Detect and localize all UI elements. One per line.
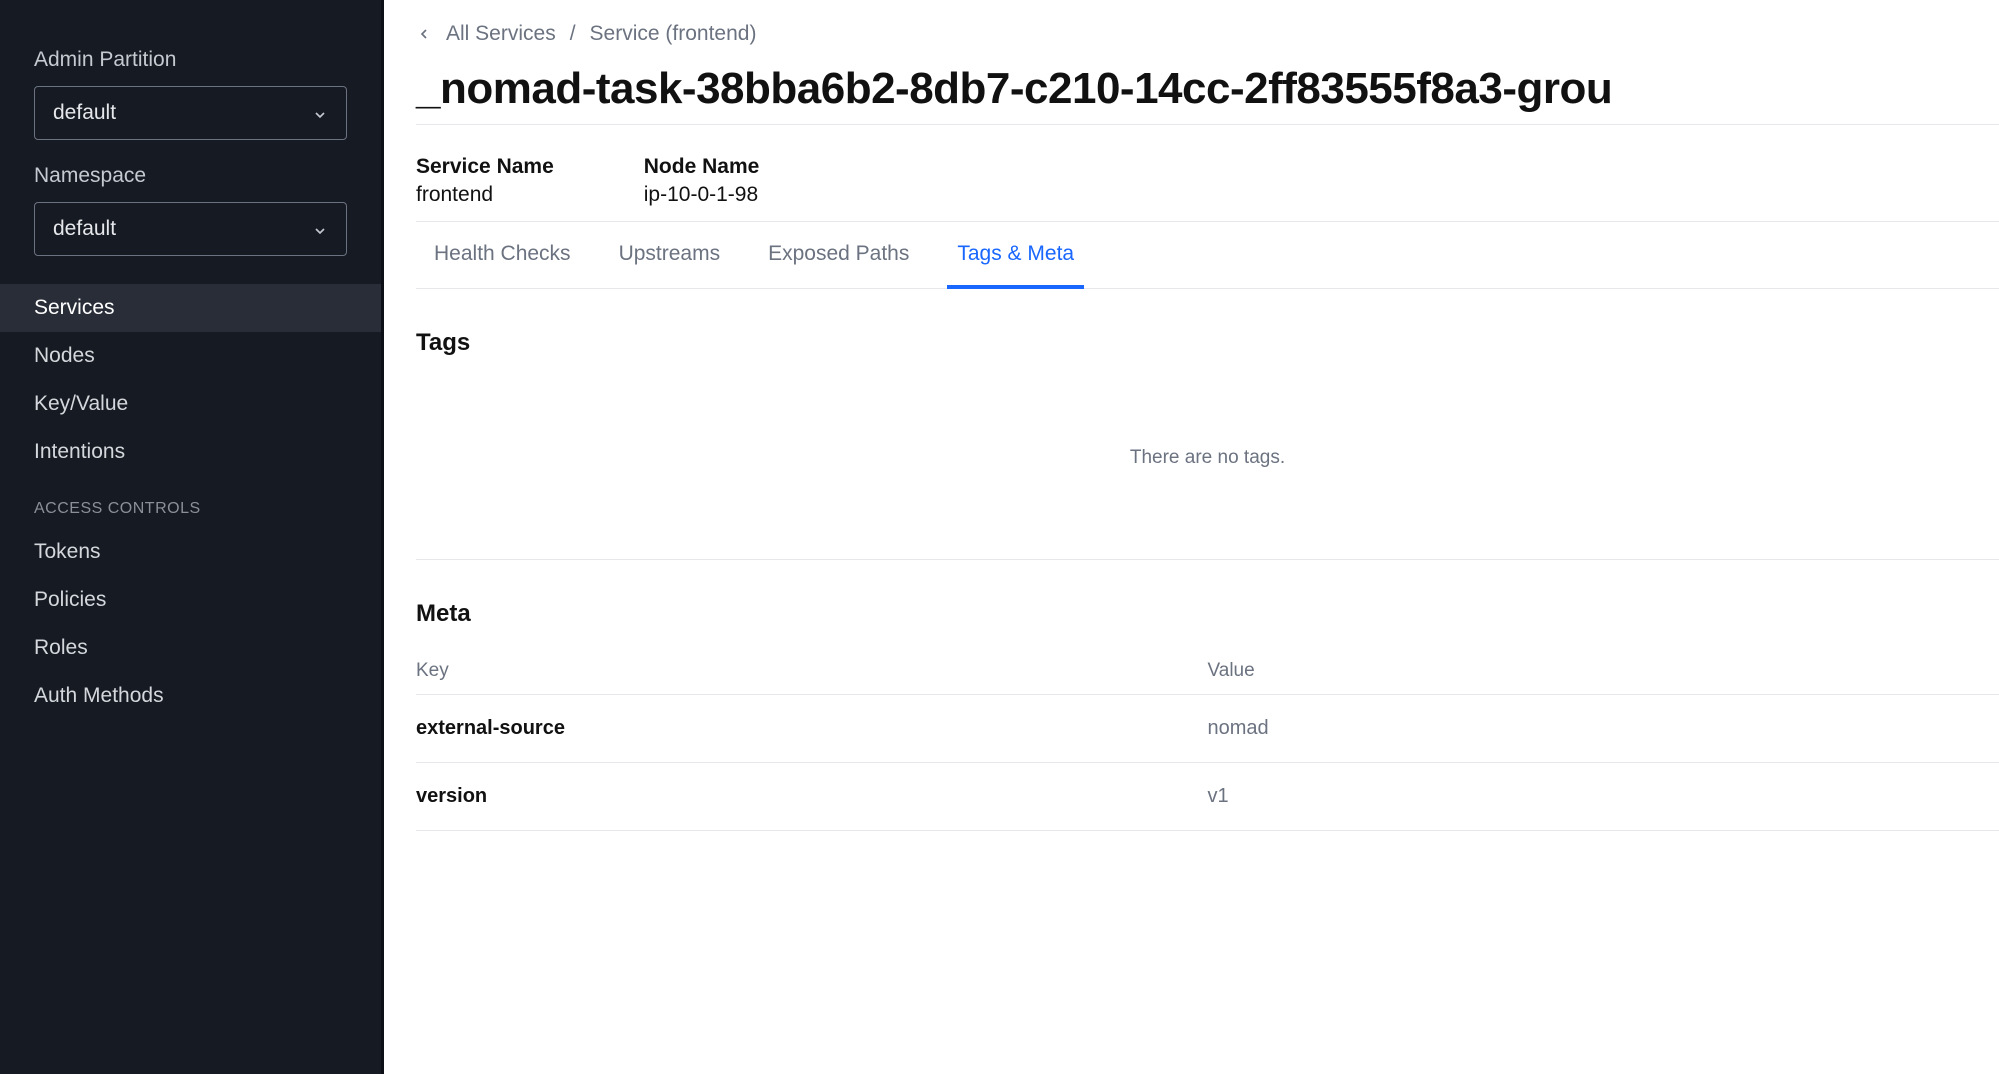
meta-value-header: Value [1208,648,1999,695]
sidebar-item-auth-methods[interactable]: Auth Methods [0,672,381,720]
meta-key: version [416,763,1208,831]
namespace-value: default [53,217,116,241]
namespace-section: Namespace default [0,164,381,256]
breadcrumb-separator: / [570,22,576,46]
namespace-label: Namespace [34,164,347,188]
page-title: _nomad-task-38bba6b2-8db7-c210-14cc-2ff8… [416,64,1999,125]
sidebar-item-key-value[interactable]: Key/Value [0,380,381,428]
sidebar-item-roles[interactable]: Roles [0,624,381,672]
admin-partition-select[interactable]: default [34,86,347,140]
tab-tags-meta[interactable]: Tags & Meta [957,242,1074,288]
main-content: All Services / Service (frontend) _nomad… [384,0,1999,1074]
meta-key: external-source [416,695,1208,763]
meta-section-title: Meta [416,600,1999,628]
tags-empty-message: There are no tags. [416,377,1999,560]
node-name-label: Node Name [644,155,760,179]
tags-section-title: Tags [416,329,1999,357]
admin-partition-label: Admin Partition [34,48,347,72]
node-name-value: ip-10-0-1-98 [644,183,760,207]
primary-nav: Services Nodes Key/Value Intentions ACCE… [0,284,381,720]
namespace-select[interactable]: default [34,202,347,256]
service-name-value: frontend [416,183,554,207]
breadcrumb-service-frontend[interactable]: Service (frontend) [590,22,757,46]
table-row: external-source nomad [416,695,1999,763]
meta-value: v1 [1208,763,1999,831]
sidebar-item-services[interactable]: Services [0,284,381,332]
node-name-block: Node Name ip-10-0-1-98 [644,155,760,207]
meta-key-header: Key [416,648,1208,695]
sidebar-item-intentions[interactable]: Intentions [0,428,381,476]
tab-upstreams[interactable]: Upstreams [619,242,721,288]
meta-table: Key Value external-source nomad version … [416,648,1999,831]
sidebar-item-tokens[interactable]: Tokens [0,528,381,576]
access-controls-label: ACCESS CONTROLS [0,476,381,528]
sidebar-item-nodes[interactable]: Nodes [0,332,381,380]
breadcrumb: All Services / Service (frontend) [416,22,1999,46]
tab-exposed-paths[interactable]: Exposed Paths [768,242,909,288]
chevron-down-icon [312,105,328,121]
chevron-left-icon[interactable] [416,26,432,42]
chevron-down-icon [312,221,328,237]
sidebar-item-policies[interactable]: Policies [0,576,381,624]
breadcrumb-all-services[interactable]: All Services [446,22,556,46]
tab-health-checks[interactable]: Health Checks [434,242,571,288]
sidebar: Admin Partition default Namespace defaul… [0,0,384,1074]
admin-partition-value: default [53,101,116,125]
service-name-label: Service Name [416,155,554,179]
meta-value: nomad [1208,695,1999,763]
tabs: Health Checks Upstreams Exposed Paths Ta… [416,222,1999,289]
table-row: version v1 [416,763,1999,831]
service-info-row: Service Name frontend Node Name ip-10-0-… [416,155,1999,207]
service-name-block: Service Name frontend [416,155,554,207]
admin-partition-section: Admin Partition default [0,48,381,140]
